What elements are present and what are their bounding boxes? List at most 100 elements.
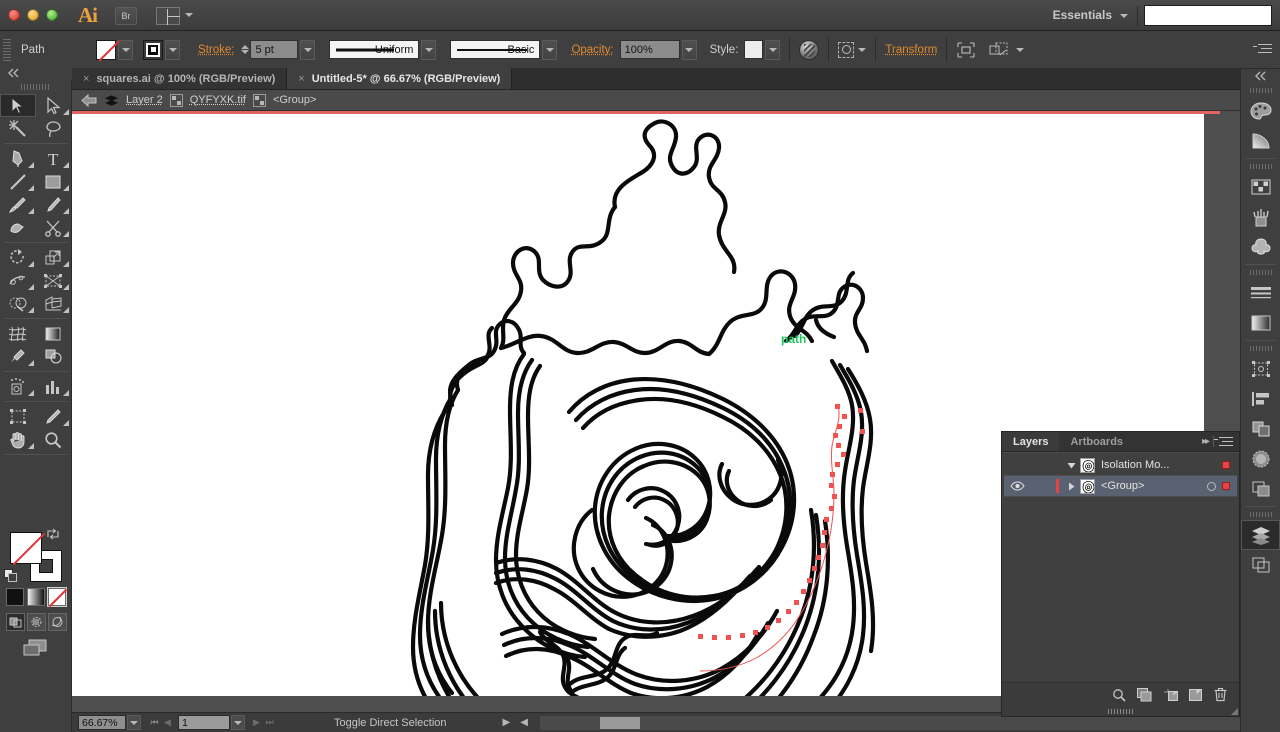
search-input[interactable] xyxy=(1144,5,1272,26)
gradient-button[interactable] xyxy=(27,588,45,606)
selection-tool[interactable] xyxy=(0,94,36,117)
hand-tool[interactable] xyxy=(0,428,36,451)
change-screen-mode-icon[interactable] xyxy=(22,638,48,658)
opacity-dropdown-button[interactable] xyxy=(681,39,697,60)
scissors-tool[interactable] xyxy=(36,216,72,239)
arrange-objects-icon[interactable] xyxy=(988,41,1010,59)
close-tab-icon[interactable]: × xyxy=(83,73,89,85)
first-artboard-button[interactable]: ⏮ xyxy=(148,715,161,730)
style-dropdown-button[interactable] xyxy=(765,39,781,60)
stroke-dropdown-button[interactable] xyxy=(165,39,180,60)
symbol-sprayer-tool[interactable] xyxy=(0,375,36,398)
swatches-panel-icon[interactable] xyxy=(1241,172,1280,202)
breadcrumb-group[interactable]: <Group> xyxy=(273,94,316,106)
toolbar-collapse-bar[interactable] xyxy=(0,66,72,80)
transform-link[interactable]: Transform xyxy=(885,44,937,56)
artboard-dropdown-button[interactable] xyxy=(231,715,245,730)
create-new-sublayer-icon[interactable] xyxy=(1163,688,1178,702)
stroke-weight-input[interactable]: 5 pt xyxy=(250,40,299,59)
bridge-button[interactable]: Br xyxy=(115,7,137,25)
eye-icon[interactable] xyxy=(1009,481,1025,491)
fill-color-box[interactable] xyxy=(10,532,46,566)
blend-tool[interactable] xyxy=(36,345,72,368)
control-bar-grip[interactable] xyxy=(3,38,11,61)
layer-row-group[interactable]: <Group> xyxy=(1004,476,1237,497)
none-button[interactable] xyxy=(48,588,66,606)
stroke-color-swatch[interactable] xyxy=(143,39,163,60)
gradient-panel-icon[interactable] xyxy=(1241,308,1280,338)
horizontal-scrollbar[interactable] xyxy=(539,715,1280,730)
stroke-panel-icon[interactable] xyxy=(1241,278,1280,308)
draw-normal-button[interactable] xyxy=(6,613,25,631)
shape-builder-tool[interactable] xyxy=(0,292,36,315)
color-guide-panel-icon[interactable] xyxy=(1241,126,1280,156)
stroke-weight-label[interactable]: Stroke: xyxy=(198,44,234,56)
dock-group-grip-5[interactable] xyxy=(1249,512,1272,517)
free-transform-tool[interactable] xyxy=(36,269,72,292)
control-bar-menu-icon[interactable] xyxy=(1253,43,1272,56)
layer-row-isolation-mode[interactable]: Isolation Mo... xyxy=(1004,455,1237,476)
graphic-style-swatch[interactable] xyxy=(744,40,764,59)
blob-brush-tool[interactable] xyxy=(0,216,36,239)
breadcrumb-image[interactable]: QYFYXK.tif xyxy=(190,94,246,106)
scroll-left-arrow-icon[interactable]: ◀ xyxy=(520,717,528,728)
isolate-selected-icon[interactable] xyxy=(838,41,855,58)
gradient-tool[interactable] xyxy=(36,322,72,345)
type-tool[interactable]: T xyxy=(36,147,72,170)
opacity-label[interactable]: Opacity: xyxy=(571,44,613,56)
brush-definition-select[interactable]: Basic xyxy=(450,40,541,59)
layers-panel-icon[interactable] xyxy=(1241,520,1280,550)
next-artboard-button[interactable]: ▶ xyxy=(250,715,263,730)
artboards-panel-icon[interactable] xyxy=(1241,354,1280,384)
perspective-grid-tool[interactable] xyxy=(36,292,72,315)
target-indicator-icon[interactable] xyxy=(1207,481,1216,491)
zoom-tool[interactable] xyxy=(36,428,72,451)
brush-dropdown-button[interactable] xyxy=(542,39,558,60)
draw-behind-button[interactable] xyxy=(27,613,46,631)
stroke-profile-select[interactable]: Uniform xyxy=(329,40,420,59)
stroke-weight-stepper[interactable] xyxy=(241,45,250,54)
default-fill-stroke-icon[interactable] xyxy=(4,569,17,582)
tab-artboards[interactable]: Artboards xyxy=(1059,432,1134,451)
workspace-chevron-down-icon[interactable] xyxy=(1120,14,1128,18)
locate-object-icon[interactable] xyxy=(1112,688,1126,702)
slice-tool[interactable] xyxy=(36,405,72,428)
align-objects-icon[interactable] xyxy=(956,41,976,59)
align-panel-icon[interactable] xyxy=(1241,384,1280,414)
mesh-tool[interactable] xyxy=(0,322,36,345)
pencil-tool[interactable] xyxy=(36,193,72,216)
breadcrumb-layer[interactable]: Layer 2 xyxy=(126,94,163,106)
close-tab-icon[interactable]: × xyxy=(298,73,304,85)
expand-triangle-group[interactable] xyxy=(1062,482,1080,491)
selection-color-square[interactable] xyxy=(1222,482,1230,490)
delete-selection-icon[interactable] xyxy=(1214,687,1227,702)
dock-group-grip-3[interactable] xyxy=(1249,270,1272,275)
workspace-switcher[interactable]: Essentials xyxy=(1053,8,1112,22)
lasso-tool[interactable] xyxy=(36,117,72,140)
last-artboard-button[interactable]: ⏭ xyxy=(263,715,276,730)
zoom-level-dropdown-button[interactable] xyxy=(127,715,141,730)
document-tab-squares[interactable]: × squares.ai @ 100% (RGB/Preview) xyxy=(72,68,288,89)
opacity-mask-icon[interactable] xyxy=(799,39,820,60)
swap-fill-stroke-icon[interactable] xyxy=(46,528,60,540)
panel-menu-icon[interactable] xyxy=(1214,436,1233,447)
create-new-layer-icon[interactable] xyxy=(1189,688,1203,702)
stroke-weight-dropdown-button[interactable] xyxy=(300,39,316,60)
magic-wand-tool[interactable] xyxy=(0,117,36,140)
expand-triangle-isolation[interactable] xyxy=(1062,461,1080,470)
document-tab-untitled5[interactable]: × Untitled-5* @ 66.67% (RGB/Preview) xyxy=(287,68,513,89)
symbols-panel-icon[interactable] xyxy=(1241,232,1280,262)
toolbar-grip[interactable] xyxy=(20,84,51,90)
scale-tool[interactable] xyxy=(36,246,72,269)
stroke-profile-dropdown-button[interactable] xyxy=(421,39,437,60)
selection-color-square[interactable] xyxy=(1222,461,1230,469)
arrange-chevron-down-icon[interactable] xyxy=(185,13,193,17)
collapse-double-arrow-icon[interactable] xyxy=(6,68,22,78)
transform-panel-icon[interactable] xyxy=(1241,474,1280,504)
dock-group-grip-1[interactable] xyxy=(1249,88,1272,93)
dock-collapse-button[interactable] xyxy=(1241,69,1280,83)
previous-artboard-button[interactable]: ◀ xyxy=(161,715,174,730)
links-panel-icon[interactable] xyxy=(1241,550,1280,580)
rectangle-tool[interactable] xyxy=(36,170,72,193)
arrange-documents-button[interactable] xyxy=(156,7,180,25)
